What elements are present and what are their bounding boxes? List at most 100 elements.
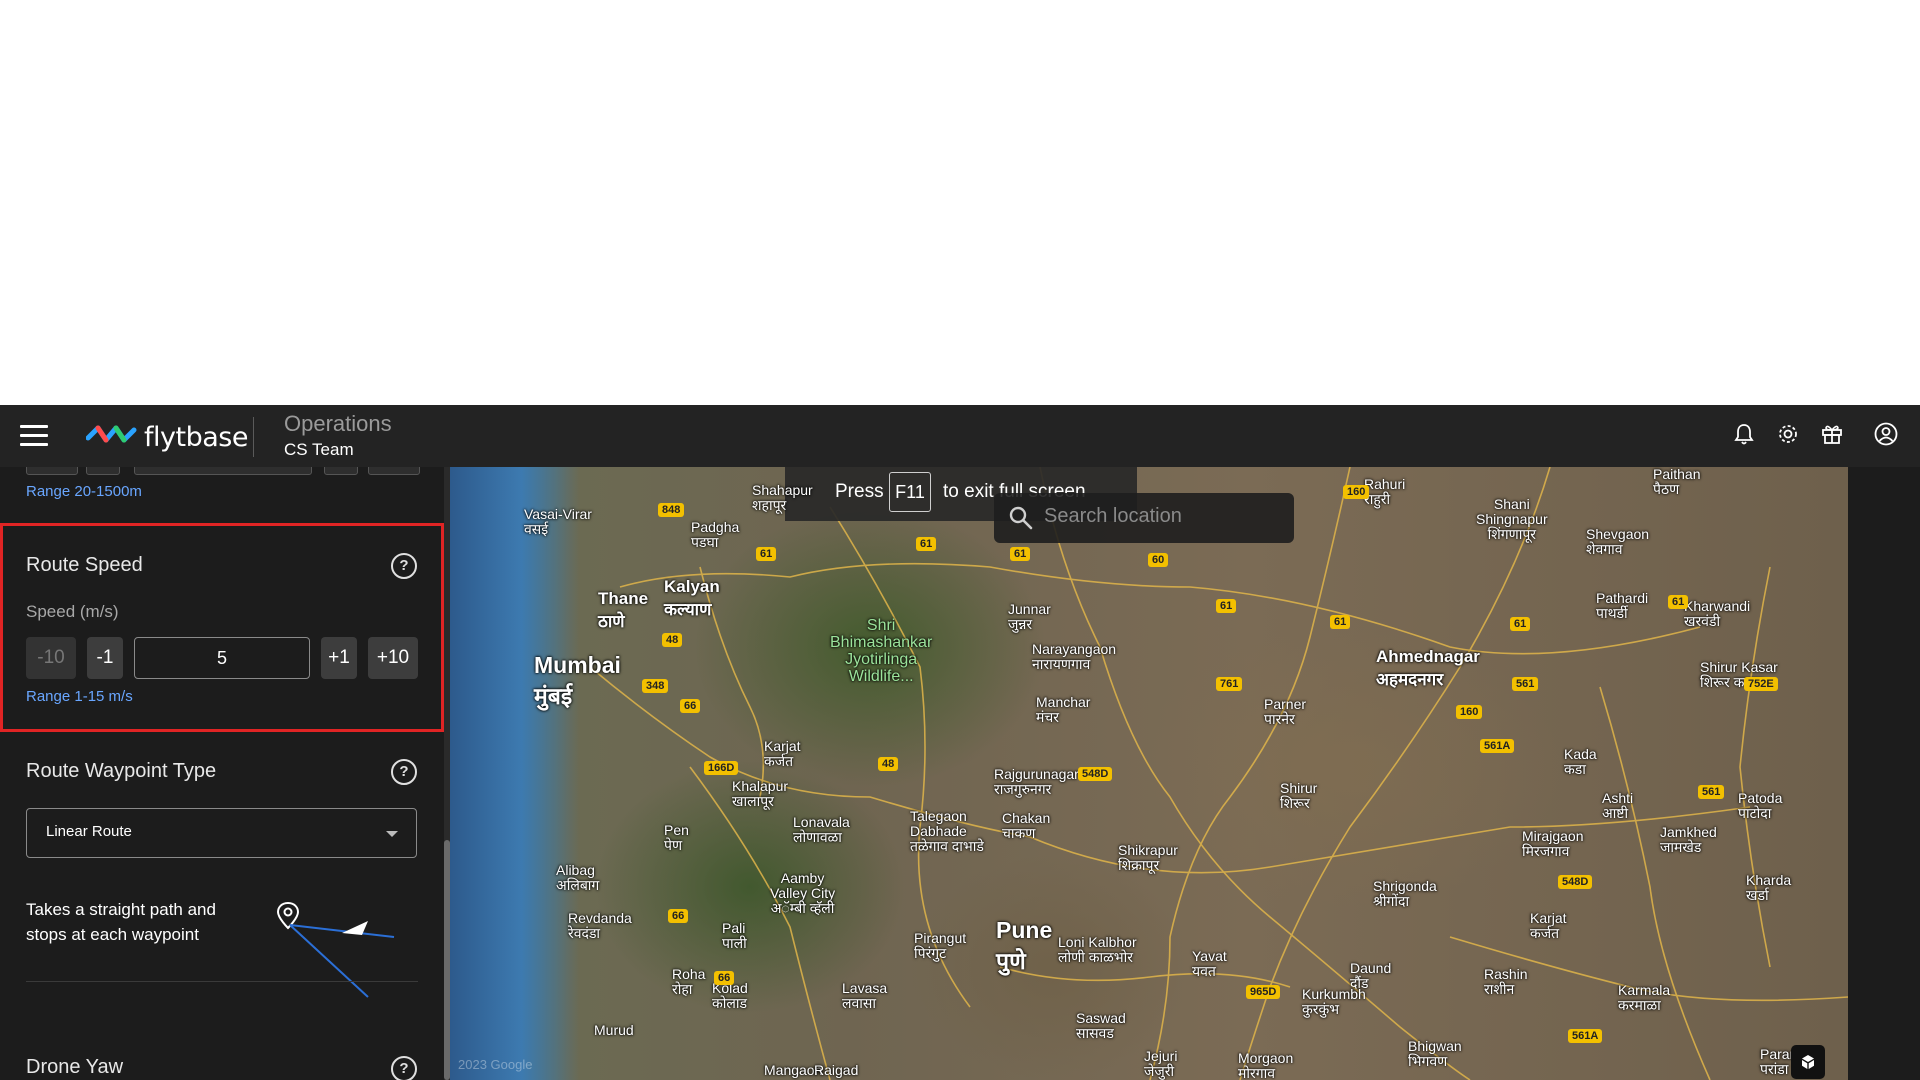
map-label-lonavala: Lonavala लोणावळा — [793, 815, 850, 845]
map-label-pathardi: Pathardi पाथर्डी — [1596, 591, 1648, 621]
junnar-label: Junnar — [1008, 601, 1051, 617]
pali-local-label: पाली — [722, 935, 747, 951]
speed-plus-10-button[interactable]: +10 — [368, 637, 418, 679]
thane-local-label: ठाणे — [598, 612, 625, 631]
khalapur-label: Khalapur — [732, 778, 789, 794]
speed-minus-10-button[interactable]: -10 — [26, 637, 76, 679]
altitude-range-hint: Range 20-1500m — [26, 483, 142, 500]
patoda-label: Patoda — [1738, 790, 1783, 806]
aamby-valley-label: Valley City — [770, 885, 836, 901]
map-label-patoda: Patoda पाटोदा — [1738, 791, 1782, 821]
thane-label: Thane — [598, 589, 649, 608]
rahuri-local-label: राहुरी — [1364, 491, 1391, 507]
highway-shield: 160 — [1343, 485, 1370, 499]
gift-icon[interactable] — [1820, 422, 1844, 446]
waypoint-type-value: Linear Route — [46, 823, 132, 840]
mirajgaon-local-label: मिरजगाव — [1522, 843, 1570, 859]
notification-bell-icon[interactable] — [1732, 422, 1756, 446]
narayangaon-local-label: नारायणगाव — [1032, 656, 1091, 672]
map-label-shikrapur: Shikrapur शिक्रापूर — [1118, 843, 1178, 873]
map-label-ahmednagar: Ahmednagar अहमदनगर — [1376, 647, 1480, 690]
jamkhed-label: Jamkhed — [1660, 824, 1717, 840]
map-label-junnar: Junnar जुन्नर — [1008, 602, 1051, 632]
parner-label: Parner — [1264, 696, 1307, 712]
map-label-rashin: Rashin राशीन — [1484, 967, 1528, 997]
mirajgaon-label: Mirajgaon — [1522, 828, 1584, 844]
map-label-manchar: Manchar मंचर — [1036, 695, 1090, 725]
manchar-label: Manchar — [1036, 694, 1091, 710]
waypoint-type-title: Route Waypoint Type — [26, 760, 217, 782]
highway-shield: 61 — [1330, 615, 1351, 629]
map-search-box[interactable]: Search location — [994, 493, 1294, 543]
aamby-label: Aamby — [780, 870, 825, 886]
highway-shield: 60 — [1148, 553, 1169, 567]
padgha-label: Padgha — [691, 519, 740, 535]
brand-name: flytbase — [144, 421, 248, 453]
map-label-ashti: Ashti आष्टी — [1602, 791, 1633, 821]
highway-shield: 61 — [1010, 547, 1031, 561]
kurkumbh-label: Kurkumbh — [1302, 986, 1366, 1002]
narayangaon-label: Narayangaon — [1032, 641, 1117, 657]
rashin-label: Rashin — [1484, 966, 1528, 982]
drone-yaw-help-icon[interactable]: ? — [391, 1056, 417, 1080]
chakan-label: Chakan — [1002, 810, 1051, 826]
shrigonda-label: Shrigonda — [1373, 878, 1437, 894]
brand-logo[interactable]: flytbase — [86, 421, 248, 453]
rajgurunagar-label: Rajgurunagar — [994, 766, 1079, 782]
3d-view-button[interactable] — [1791, 1045, 1825, 1079]
parner-local-label: पारनेर — [1264, 711, 1295, 727]
map-label-vasai: Vasai-Virar वसई — [524, 507, 592, 537]
shevgaon-label: Shevgaon — [1586, 526, 1650, 542]
karmala-label: Karmala — [1618, 982, 1671, 998]
ashti-label: Ashti — [1602, 790, 1634, 806]
map-label-shevgaon: Shevgaon शेवगाव — [1586, 527, 1649, 557]
highway-shield: 61 — [756, 547, 777, 561]
pathardi-label: Pathardi — [1596, 590, 1649, 606]
mumbai-label: Mumbai — [534, 652, 621, 678]
speed-plus-1-button[interactable]: +1 — [321, 637, 357, 679]
morgaon-label: Morgaon — [1238, 1050, 1294, 1066]
flytbase-logo-icon — [86, 425, 137, 443]
waypoint-type-select[interactable]: Linear Route — [26, 808, 417, 858]
highway-shield: 561A — [1568, 1029, 1603, 1043]
alibag-local-label: अलिबाग — [556, 877, 600, 893]
padgha-local-label: पडघा — [691, 534, 719, 550]
map-label-kolad: Kolad कोलाड — [712, 981, 748, 1011]
user-account-icon[interactable] — [1874, 422, 1898, 446]
satellite-map[interactable]: Press F11 to exit full screen Search loc… — [450, 467, 1848, 1080]
map-label-kada: Kada कडा — [1564, 747, 1597, 777]
team-name[interactable]: CS Team — [284, 440, 354, 460]
map-label-shahapur: Shahapur शहापूर — [752, 483, 813, 513]
map-label-karmala: Karmala करमाळा — [1618, 983, 1670, 1013]
section-divider — [26, 981, 418, 982]
speed-input[interactable]: 5 — [134, 637, 310, 679]
rajgurunagar-local-label: राजगुरुनगर — [994, 781, 1052, 797]
drone-yaw-title: Drone Yaw — [26, 1056, 124, 1078]
shikrapur-label: Shikrapur — [1118, 842, 1178, 858]
yavat-local-label: यवत — [1192, 963, 1216, 979]
pirangut-label: Pirangut — [914, 930, 967, 946]
bhimashankar-line4: Wildlife... — [848, 668, 914, 685]
pali-label: Pali — [722, 920, 746, 936]
highway-shield: 561A — [1480, 739, 1515, 753]
map-copyright: 2023 Google — [458, 1057, 533, 1072]
map-label-lavasa: Lavasa लवासा — [842, 981, 887, 1011]
waypoint-type-help-icon[interactable]: ? — [391, 759, 417, 785]
map-label-kurkumbh: Kurkumbh कुरकुंभ — [1302, 987, 1366, 1017]
map-label-morgaon: Morgaon मोरगाव — [1238, 1051, 1293, 1080]
menu-icon[interactable] — [20, 425, 48, 447]
speed-minus-1-button[interactable]: -1 — [87, 637, 123, 679]
kada-local-label: कडा — [1564, 761, 1586, 777]
map-label-talegaon: Talegaon Dabhade तळेगाव दाभाडे — [910, 809, 984, 854]
highway-shield: 561 — [1512, 677, 1539, 691]
mumbai-local-label: मुंबई — [534, 683, 573, 709]
roha-local-label: रोहा — [672, 981, 693, 997]
daund-label: Daund — [1350, 960, 1392, 976]
route-speed-help-icon[interactable]: ? — [391, 553, 417, 579]
search-input[interactable]: Search location — [1044, 505, 1182, 528]
jejuri-local-label: जेजुरी — [1144, 1063, 1175, 1079]
map-label-pune: Pune पुणे — [996, 917, 1052, 976]
aamby-local-label: अॅम्बी व्हॅली — [770, 900, 835, 916]
gear-icon[interactable] — [1776, 422, 1800, 446]
highway-shield: 61 — [1668, 595, 1689, 609]
